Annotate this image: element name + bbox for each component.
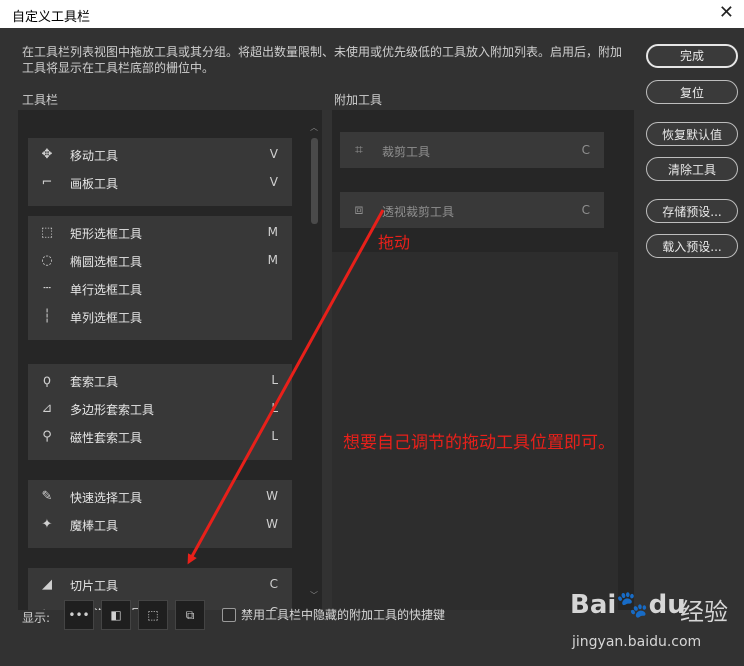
- drag-arrow: [187, 209, 385, 565]
- paw-icon: 🐾: [616, 590, 649, 620]
- drag-annotation: 拖动: [378, 233, 411, 252]
- watermark-cn: 经验: [680, 598, 728, 626]
- baidu-watermark: Bai🐾du 经验 jingyan.baidu.com: [570, 590, 740, 662]
- watermark-url: jingyan.baidu.com: [572, 634, 702, 650]
- note-annotation: 想要自己调节的拖动工具位置即可。: [343, 433, 615, 453]
- baidu-logo: Bai🐾du: [570, 590, 686, 620]
- drag-arrow-line: [187, 209, 385, 565]
